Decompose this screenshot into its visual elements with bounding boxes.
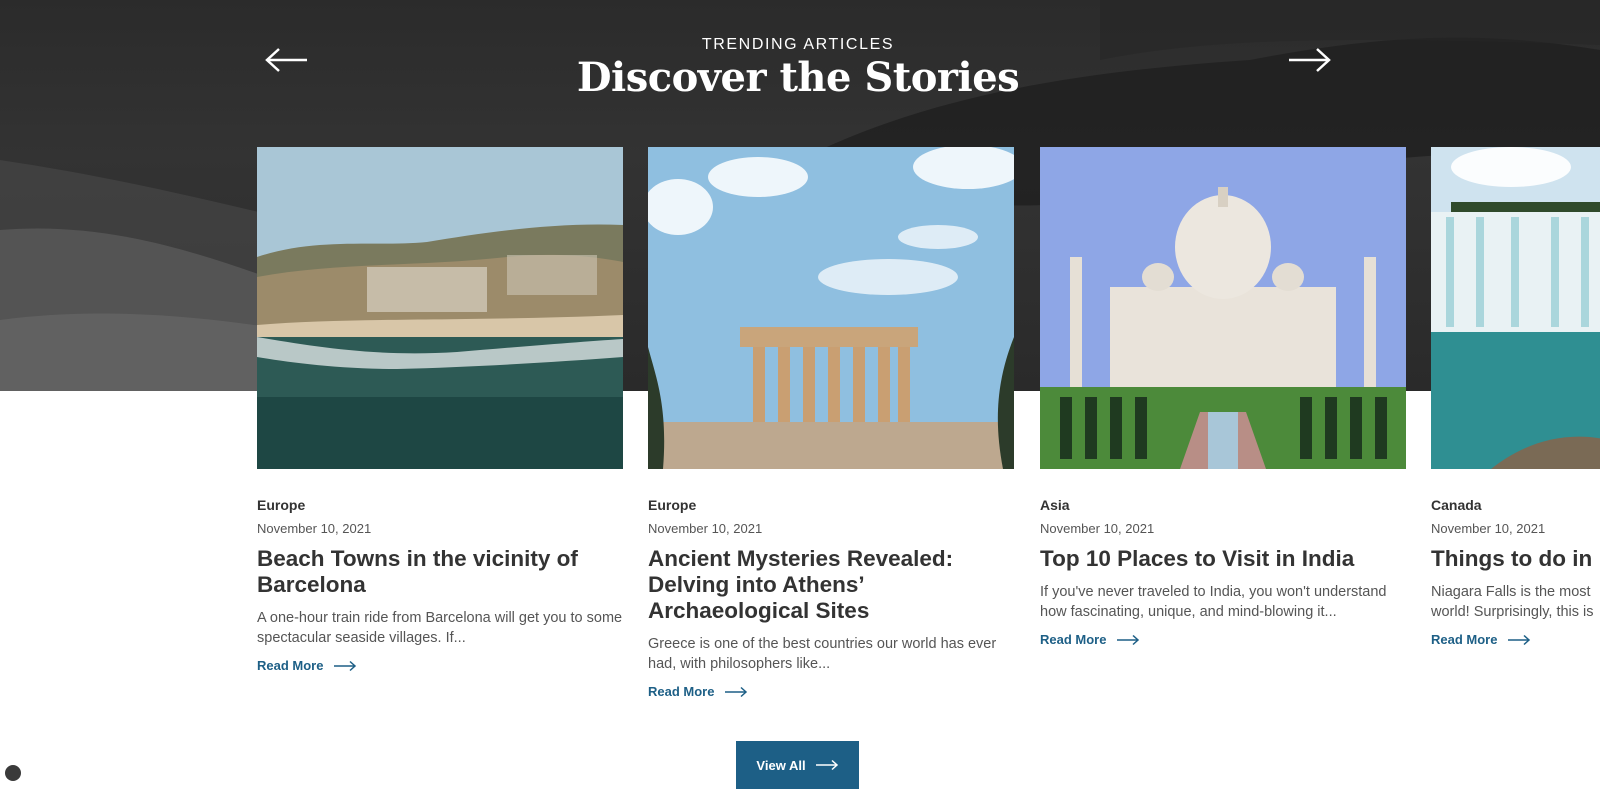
read-more-link[interactable]: Read More [1040, 632, 1406, 647]
article-card: Asia November 10, 2021 Top 10 Places to … [1040, 147, 1406, 647]
article-category[interactable]: Asia [1040, 497, 1406, 513]
read-more-label: Read More [1040, 632, 1107, 647]
arrow-right-icon [815, 759, 838, 771]
read-more-link[interactable]: Read More [1431, 632, 1600, 647]
arrow-right-icon [1508, 634, 1531, 645]
article-date: November 10, 2021 [648, 521, 763, 536]
article-title[interactable]: Ancient Mysteries Revealed: Delving into… [648, 546, 1014, 624]
article-date: November 10, 2021 [1040, 521, 1155, 536]
read-more-link[interactable]: Read More [648, 684, 1014, 699]
arrow-right-icon [1117, 634, 1140, 645]
article-excerpt: Niagara Falls is the most world! Surpris… [1431, 584, 1594, 620]
read-more-link[interactable]: Read More [257, 658, 623, 673]
read-more-label: Read More [648, 684, 715, 699]
section-eyebrow: TRENDING ARTICLES [701, 36, 895, 53]
article-excerpt: If you've never traveled to India, you w… [1040, 584, 1387, 620]
section-title: Discover the Stories [576, 54, 1020, 101]
article-category[interactable]: Europe [257, 497, 623, 513]
read-more-label: Read More [257, 658, 324, 673]
accessibility-widget-icon[interactable] [5, 765, 21, 781]
article-title[interactable]: Beach Towns in the vicinity of Barcelona [257, 546, 623, 598]
arrow-right-icon [725, 686, 748, 697]
article-card: Europe November 10, 2021 Ancient Mysteri… [648, 147, 1014, 699]
read-more-label: Read More [1431, 632, 1498, 647]
article-excerpt: Greece is one of the best countries our … [648, 636, 997, 672]
article-card: Canada November 10, 2021 Things to do in… [1431, 147, 1600, 647]
article-card: Europe November 10, 2021 Beach Towns in … [257, 147, 623, 673]
article-category[interactable]: Europe [648, 497, 1014, 513]
article-date: November 10, 2021 [1431, 521, 1546, 536]
view-all-button[interactable]: View All [736, 741, 859, 789]
taj-mahal-photo[interactable] [1040, 147, 1406, 469]
article-excerpt: A one-hour train ride from Barcelona wil… [257, 610, 623, 646]
arrow-right-icon [334, 660, 357, 671]
article-category[interactable]: Canada [1431, 497, 1600, 513]
view-all-label: View All [756, 757, 806, 773]
article-title[interactable]: Top 10 Places to Visit in India [1040, 546, 1406, 572]
niagara-falls-photo[interactable] [1431, 147, 1600, 469]
article-title[interactable]: Things to do in [1431, 546, 1600, 572]
article-date: November 10, 2021 [257, 521, 372, 536]
parthenon-photo[interactable] [648, 147, 1014, 469]
coastal-cliff-town-photo[interactable] [257, 147, 623, 469]
